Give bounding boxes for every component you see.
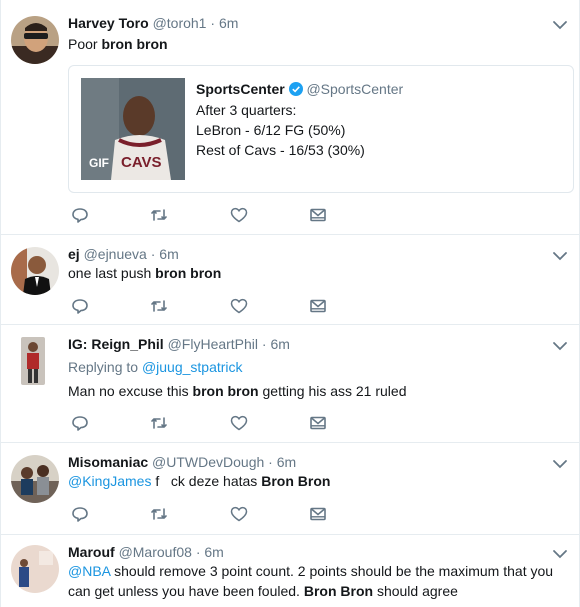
envelope-icon[interactable]	[309, 297, 327, 315]
retweet-icon[interactable]	[150, 206, 168, 224]
user-handle[interactable]: @Marouf08	[119, 544, 192, 560]
replying-to-label: Replying to	[68, 359, 142, 375]
replying-to: Replying to @juug_stpatrick	[68, 358, 243, 376]
display-name[interactable]: Misomaniac	[68, 454, 148, 470]
quoted-line: Rest of Cavs - 16/53 (30%)	[196, 142, 365, 158]
tweet-text-plain: Man no excuse this	[68, 383, 193, 399]
avatar[interactable]	[11, 247, 59, 295]
display-name[interactable]: Harvey Toro	[68, 15, 149, 31]
tweet[interactable]: Misomaniac @UTWDevDough · 6m @KingJames …	[1, 443, 579, 535]
replying-to-handle[interactable]: @juug_stpatrick	[142, 359, 243, 375]
verified-badge-icon	[288, 82, 303, 96]
tweet[interactable]: Marouf @Marouf08 · 6m @NBA should remove…	[1, 535, 579, 607]
tweet-text-bold: Bron Bron	[261, 473, 331, 489]
timestamp[interactable]: 6m	[270, 336, 289, 352]
quoted-user-handle: @SportsCenter	[306, 81, 404, 97]
timestamp[interactable]: 6m	[219, 15, 238, 31]
avatar[interactable]	[11, 16, 59, 64]
tweet-header: Marouf @Marouf08 · 6m	[68, 543, 224, 561]
envelope-icon[interactable]	[309, 206, 327, 224]
heart-icon[interactable]	[230, 414, 248, 432]
tweet-text-plain: one last push	[68, 265, 156, 281]
quoted-tweet-card[interactable]: CAVS GIF SportsCenter @SportsCenter Afte…	[68, 65, 574, 193]
tweet-text: Poor bron bron	[68, 34, 559, 54]
tweet-header: ej @ejnueva · 6m	[68, 245, 179, 263]
heart-icon[interactable]	[230, 505, 248, 523]
display-name[interactable]: Marouf	[68, 544, 115, 560]
timeline-feed: Harvey Toro @toroh1 · 6m Poor bron bron …	[0, 0, 580, 607]
chevron-down-icon[interactable]	[551, 337, 569, 355]
user-handle[interactable]: @UTWDevDough	[152, 454, 264, 470]
envelope-icon[interactable]	[309, 414, 327, 432]
gif-badge: GIF	[89, 156, 109, 170]
timestamp[interactable]: 6m	[204, 544, 223, 560]
separator-dot: ·	[150, 246, 156, 262]
quoted-line: LeBron - 6/12 FG (50%)	[196, 122, 346, 138]
mention-link[interactable]: @NBA	[68, 563, 110, 579]
quoted-line: After 3 quarters:	[196, 102, 297, 118]
tweet-text-plain: f ck deze hatas	[151, 473, 262, 489]
timestamp[interactable]: 6m	[277, 454, 296, 470]
tweet-text-bold: Bron Bron	[303, 583, 374, 599]
tweet-text: @NBA should remove 3 point count. 2 poin…	[68, 561, 559, 601]
reply-icon[interactable]	[71, 206, 89, 224]
tweet[interactable]: ej @ejnueva · 6m one last push bron bron	[1, 235, 579, 325]
tweet-text-plain: Poor	[68, 36, 102, 52]
tweet[interactable]: Harvey Toro @toroh1 · 6m Poor bron bron …	[1, 0, 579, 235]
tweet-text-bold: bron bron	[155, 265, 222, 281]
tweet-text: Man no excuse this bron bron getting his…	[68, 381, 559, 401]
user-handle[interactable]: @ejnueva	[84, 246, 147, 262]
tweet-text-bold: bron bron	[192, 383, 259, 399]
user-handle[interactable]: @FlyHeartPhil	[168, 336, 258, 352]
tweet[interactable]: IG: Reign_Phil @FlyHeartPhil · 6m Replyi…	[1, 325, 579, 443]
tweet-text: one last push bron bron	[68, 263, 559, 283]
retweet-icon[interactable]	[150, 297, 168, 315]
tweet-text-bold: bron bron	[101, 36, 168, 52]
tweet-header: Misomaniac @UTWDevDough · 6m	[68, 453, 296, 471]
chevron-down-icon[interactable]	[551, 16, 569, 34]
quoted-tweet-header: SportsCenter @SportsCenter	[196, 80, 403, 98]
avatar[interactable]	[21, 337, 45, 385]
user-handle[interactable]: @toroh1	[153, 15, 207, 31]
display-name[interactable]: IG: Reign_Phil	[68, 336, 164, 352]
separator-dot: ·	[210, 15, 216, 31]
separator-dot: ·	[261, 336, 267, 352]
display-name[interactable]: ej	[68, 246, 80, 262]
envelope-icon[interactable]	[309, 505, 327, 523]
separator-dot: ·	[195, 544, 201, 560]
gif-thumbnail[interactable]: CAVS GIF	[81, 78, 185, 180]
timestamp[interactable]: 6m	[159, 246, 178, 262]
mention-link[interactable]: @KingJames	[68, 473, 151, 489]
jersey-text: CAVS	[121, 154, 162, 171]
tweet-header: Harvey Toro @toroh1 · 6m	[68, 14, 238, 32]
retweet-icon[interactable]	[150, 505, 168, 523]
heart-icon[interactable]	[230, 297, 248, 315]
reply-icon[interactable]	[71, 505, 89, 523]
retweet-icon[interactable]	[150, 414, 168, 432]
quoted-display-name: SportsCenter	[196, 81, 285, 97]
tweet-header: IG: Reign_Phil @FlyHeartPhil · 6m	[68, 335, 290, 353]
tweet-text: @KingJames f ck deze hatas Bron Bron	[68, 471, 559, 491]
tweet-text-plain: getting his ass 21 ruled	[258, 383, 407, 399]
avatar[interactable]	[11, 455, 59, 503]
heart-icon[interactable]	[230, 206, 248, 224]
separator-dot: ·	[268, 454, 273, 470]
reply-icon[interactable]	[71, 414, 89, 432]
avatar[interactable]	[11, 545, 59, 593]
quoted-tweet-text: After 3 quarters: LeBron - 6/12 FG (50%)…	[196, 100, 365, 160]
tweet-text-plain: should agree	[373, 583, 458, 599]
reply-icon[interactable]	[71, 297, 89, 315]
